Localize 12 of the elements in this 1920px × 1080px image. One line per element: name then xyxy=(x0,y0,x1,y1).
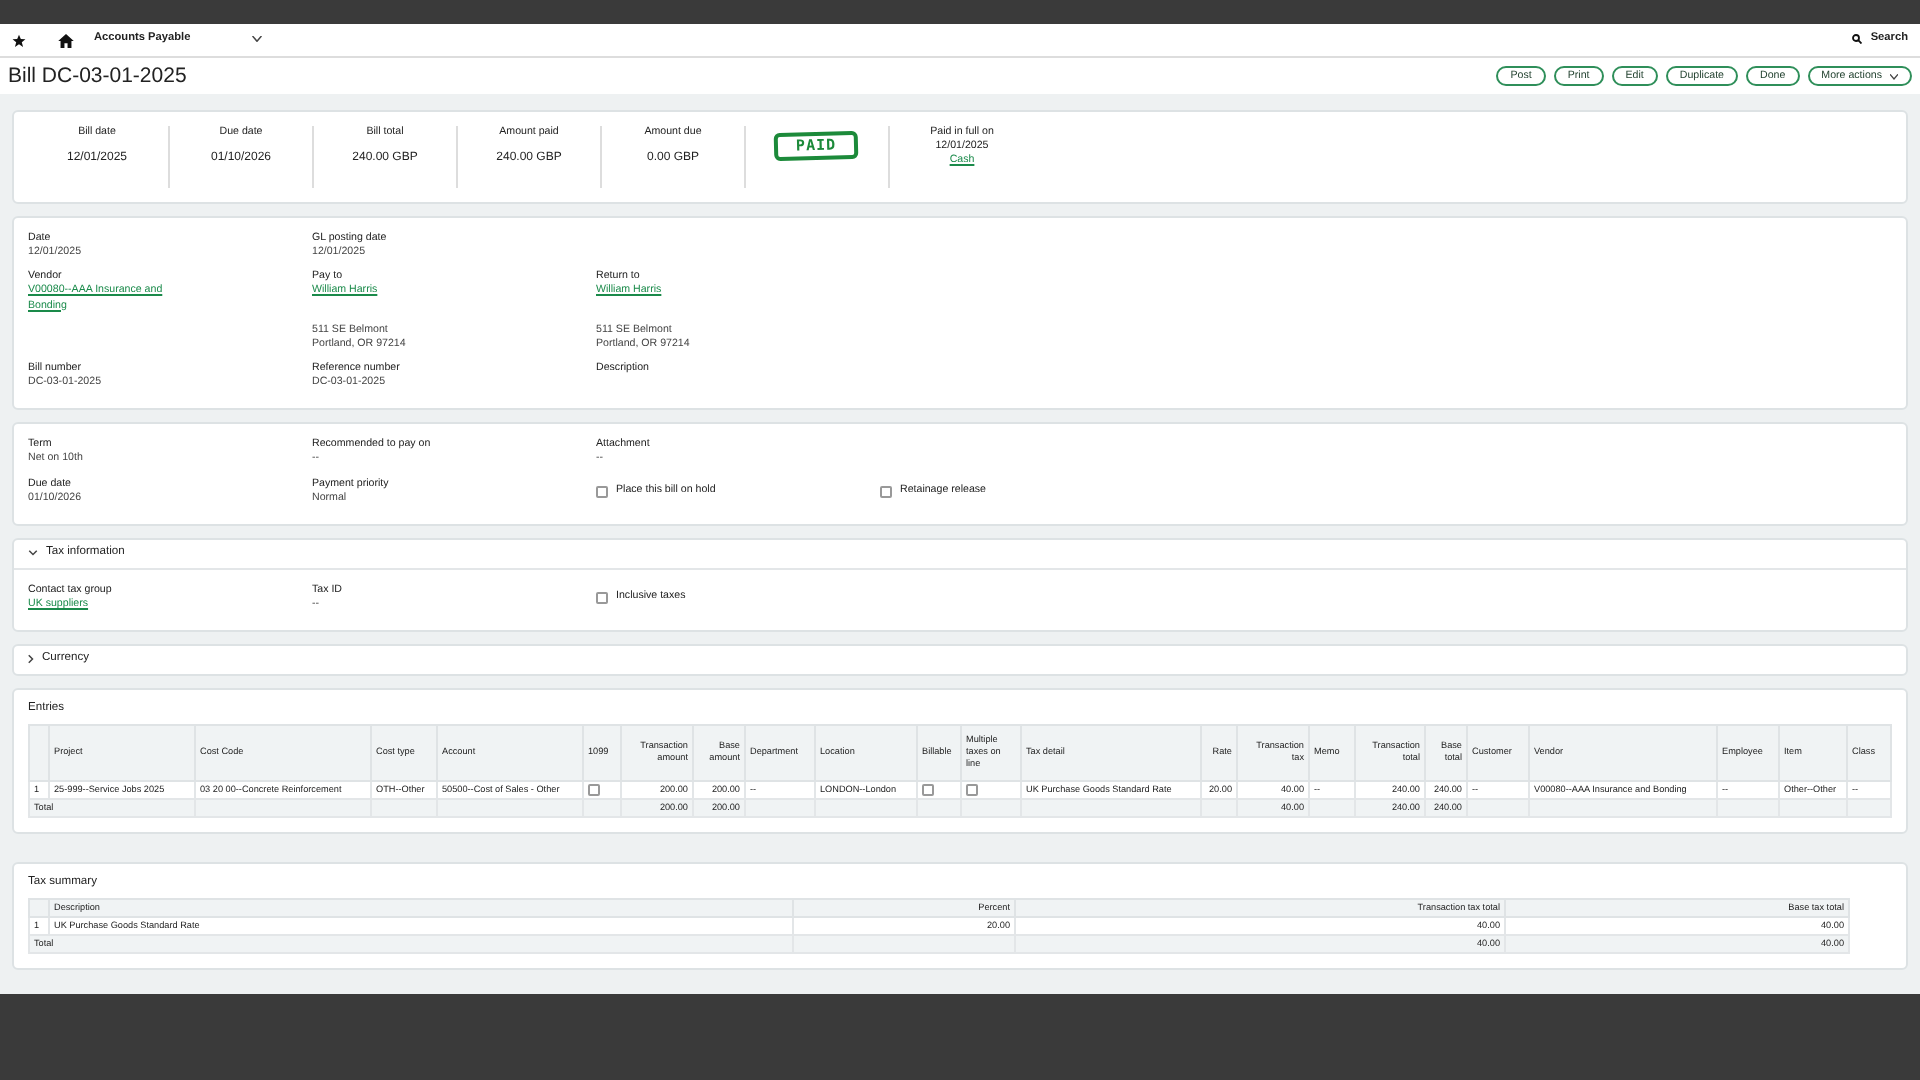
caret-icon xyxy=(252,36,262,43)
checkbox[interactable] xyxy=(966,783,978,796)
checkbox[interactable] xyxy=(596,485,608,498)
star-icon[interactable] xyxy=(12,33,26,47)
checkbox[interactable] xyxy=(588,783,600,796)
checkbox[interactable] xyxy=(596,591,608,604)
caret-icon xyxy=(1890,73,1898,79)
checkbox[interactable] xyxy=(880,485,892,498)
page-title: Bill DC-03-01-2025 xyxy=(8,61,187,91)
home-icon[interactable] xyxy=(58,33,74,47)
search-icon xyxy=(1852,34,1863,45)
checkbox[interactable] xyxy=(922,783,934,796)
